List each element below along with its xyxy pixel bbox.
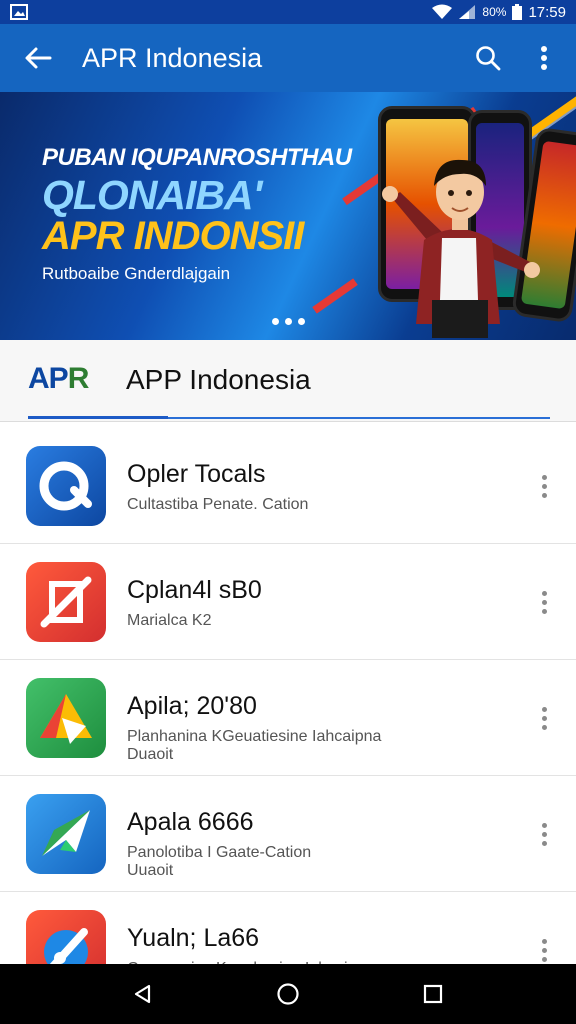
wifi-icon: [432, 4, 453, 19]
app-bar: APR Indonesia: [0, 24, 576, 92]
square-recents-icon: [424, 984, 443, 1004]
clock: 17:59: [528, 3, 566, 21]
item-more-button[interactable]: [532, 932, 556, 968]
system-nav-bar: [0, 964, 576, 1024]
search-button[interactable]: [460, 24, 516, 92]
carousel-dot[interactable]: [272, 318, 279, 325]
rocket-icon: [26, 794, 106, 874]
section-title: APP Indonesia: [126, 364, 311, 395]
nav-recents-button[interactable]: [413, 974, 453, 1014]
app-title: Yualn; La66: [127, 924, 260, 952]
back-button[interactable]: [8, 24, 68, 92]
app-list: Opler Tocals Cultastiba Penate. Cation C…: [0, 428, 576, 1008]
signal-icon: [459, 5, 476, 19]
more-vert-icon: [541, 46, 547, 70]
banner-subheadline: QLONAIBA': [42, 172, 262, 218]
brand-logo: APR: [28, 362, 89, 395]
item-more-button[interactable]: [532, 700, 556, 736]
triangle-back-icon: [134, 984, 150, 1004]
page-title: APR Indonesia: [82, 42, 263, 73]
circle-q-icon: [26, 446, 106, 526]
list-item[interactable]: Apala 6666 Panolotiba I Gaate-Cation Uua…: [0, 776, 576, 892]
app-subtitle: Panolotiba I Gaate-Cation Uuaoit: [127, 844, 312, 879]
list-item[interactable]: Cplan4l sB0 Marialca K2: [0, 544, 576, 660]
item-more-button[interactable]: [532, 584, 556, 620]
item-more-button[interactable]: [532, 468, 556, 504]
character-illustration: [382, 159, 540, 338]
banner-brand: APR INDONSII: [42, 214, 304, 258]
carousel-indicator[interactable]: [272, 318, 305, 325]
promo-banner[interactable]: PUBAN IQUPANROSHTHAU QLONAIBA' APR INDON…: [0, 92, 576, 340]
status-bar: 80% 17:59: [0, 0, 576, 24]
nav-back-button[interactable]: [123, 974, 163, 1014]
app-subtitle: Marialca K2: [127, 612, 212, 629]
section-header: APR APP Indonesia: [0, 340, 576, 422]
item-more-button[interactable]: [532, 816, 556, 852]
app-title: Opler Tocals: [127, 460, 266, 488]
circle-home-icon: [277, 983, 299, 1005]
arrow-back-icon: [25, 47, 52, 69]
slash-x-icon: [26, 562, 106, 642]
triangle-arrow-icon: [26, 678, 106, 758]
banner-caption: Rutboaibe Gnderdlajgain: [42, 264, 231, 283]
list-item[interactable]: Opler Tocals Cultastiba Penate. Cation: [0, 428, 576, 544]
section-tab-indicator: [28, 416, 550, 419]
carousel-dot[interactable]: [298, 318, 305, 325]
app-title: Apila; 20'80: [127, 692, 257, 720]
battery-percent: 80%: [482, 5, 507, 19]
app-subtitle: Planhanina KGeuatiesine Iahcaipna Duaoit: [127, 728, 382, 763]
app-title: Apala 6666: [127, 808, 254, 836]
nav-home-button[interactable]: [268, 974, 308, 1014]
banner-headline: PUBAN IQUPANROSHTHAU: [42, 144, 352, 171]
app-title: Cplan4l sB0: [127, 576, 262, 604]
list-item[interactable]: Apila; 20'80 Planhanina KGeuatiesine Iah…: [0, 660, 576, 776]
carousel-dot[interactable]: [285, 318, 292, 325]
app-subtitle: Cultastiba Penate. Cation: [127, 496, 309, 513]
gallery-notification-icon: [10, 4, 28, 20]
search-icon: [476, 46, 501, 71]
overflow-menu-button[interactable]: [516, 24, 572, 92]
battery-icon: [512, 4, 523, 20]
